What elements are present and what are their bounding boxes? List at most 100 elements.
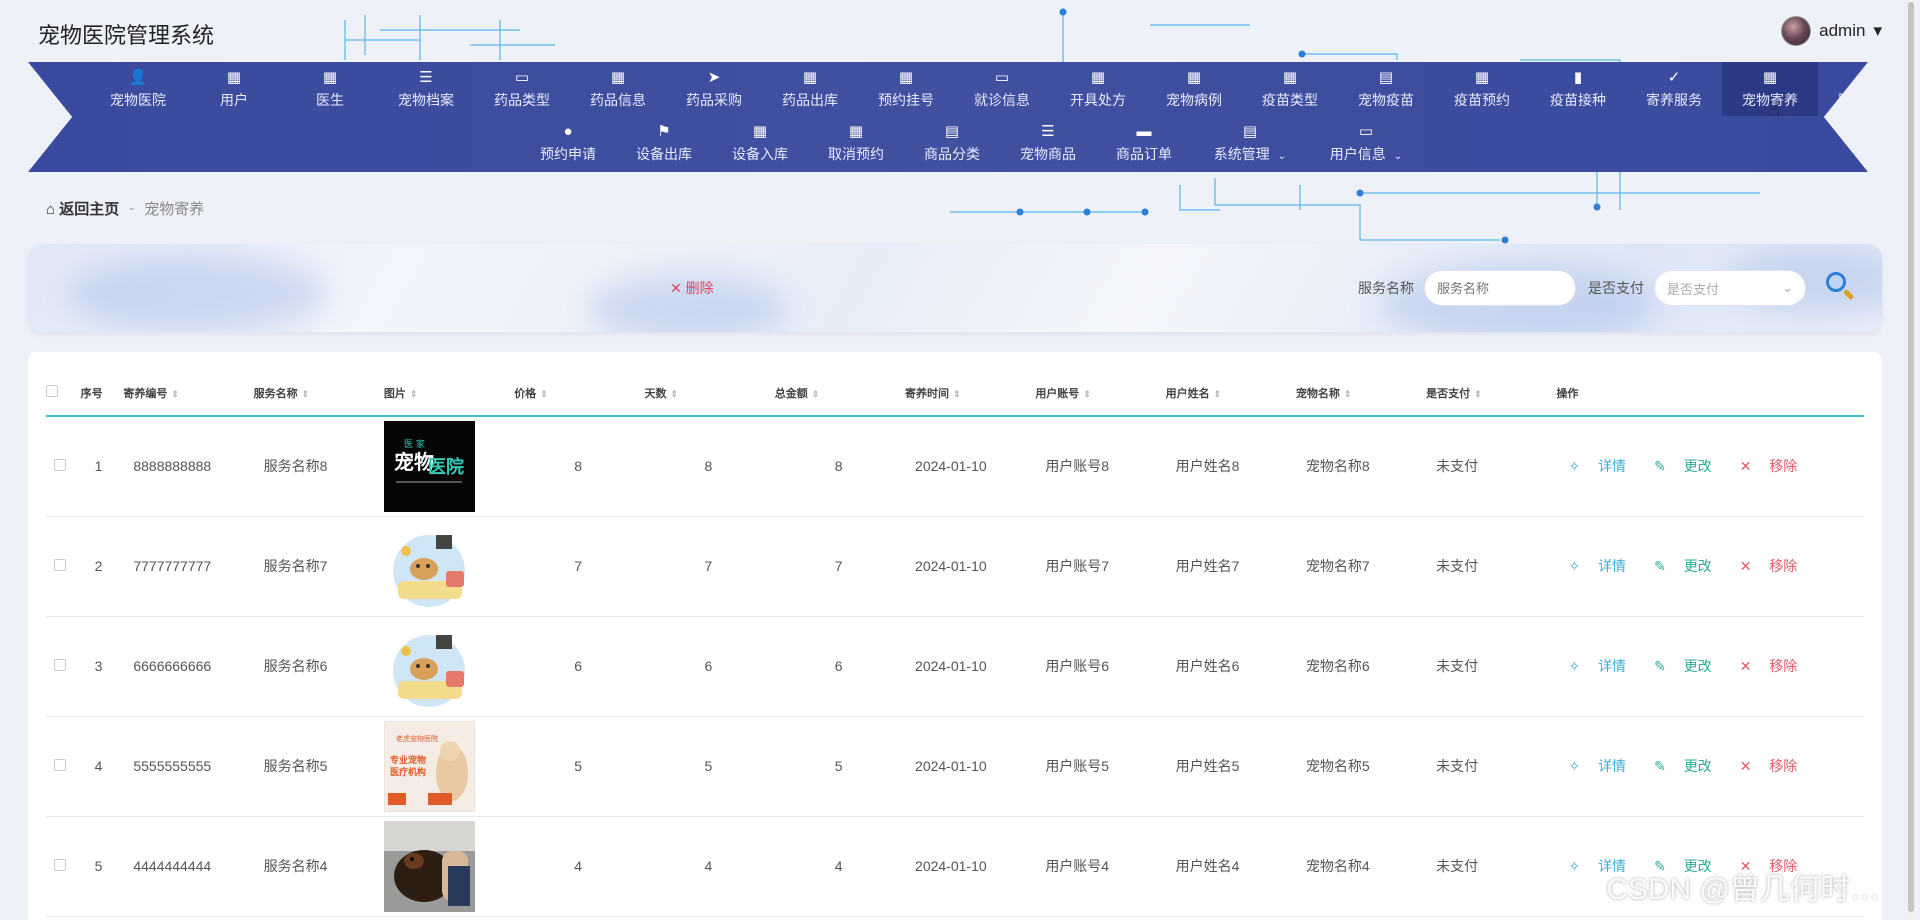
select-all-checkbox[interactable] <box>46 385 58 397</box>
row-checkbox[interactable] <box>54 459 66 472</box>
nav-item-2[interactable]: ▦ 用户 <box>186 62 282 116</box>
nav-item-12[interactable]: ▦ 宠物病例 <box>1146 62 1242 116</box>
detail-button[interactable]: ✧ 详情 <box>1568 458 1640 474</box>
sort-icon[interactable]: ⇕ <box>1214 389 1222 399</box>
column-header[interactable]: 价格 ⇕ <box>514 370 645 417</box>
sort-icon[interactable]: ⇕ <box>1344 389 1352 399</box>
column-header[interactable]: 总金额 ⇕ <box>774 370 906 417</box>
delete-label: 删除 <box>685 280 714 296</box>
breadcrumb-home[interactable]: ⌂ 返回主页 <box>46 198 119 219</box>
nav-item-7[interactable]: ➤ 药品采购 <box>666 62 762 116</box>
cell-time-value: 2024-01-10 <box>915 858 987 874</box>
nav-item-6[interactable]: ▦ 药品信息 <box>570 62 666 116</box>
edit-label: 更改 <box>1683 558 1712 574</box>
nav-item-8[interactable]: ▤ 系统管理 ⌄ <box>1192 116 1308 170</box>
edit-button[interactable]: ✎ 更改 <box>1654 758 1726 774</box>
scrollbar-thumb[interactable] <box>1908 2 1914 912</box>
nav-item-2[interactable]: ⚑ 设备出库 <box>616 116 712 170</box>
sort-icon[interactable]: ⇕ <box>410 389 418 399</box>
pet-image[interactable]: 宠物医院医 家 <box>383 420 475 512</box>
nav-item-5[interactable]: ▤ 商品分类 <box>904 116 1000 170</box>
nav-item-7[interactable]: ▬ 商品订单 <box>1096 116 1192 170</box>
nav-item-3[interactable]: ▦ 设备入库 <box>712 116 808 170</box>
nav-item-13[interactable]: ▦ 疫苗类型 <box>1242 62 1338 116</box>
pet-image[interactable] <box>383 820 475 912</box>
remove-button[interactable]: ✕ 移除 <box>1740 758 1812 774</box>
sort-icon[interactable]: ⇕ <box>540 389 548 399</box>
nav-item-3[interactable]: ▦ 医生 <box>282 62 378 116</box>
pet-image[interactable] <box>383 620 475 712</box>
cell-account: 用户账号8 <box>1035 416 1166 517</box>
column-header[interactable]: 是否支付 ⇕ <box>1426 370 1557 417</box>
row-checkbox[interactable] <box>54 859 66 871</box>
search-icon[interactable] <box>1822 270 1858 306</box>
remove-button[interactable]: ✕ 移除 <box>1740 558 1812 574</box>
cell-paid-value: 未支付 <box>1436 658 1479 674</box>
sort-icon[interactable]: ⇕ <box>1083 389 1091 399</box>
remove-button[interactable]: ✕ 移除 <box>1740 658 1812 674</box>
nav-item-11[interactable]: ▦ 开具处方 <box>1050 62 1146 116</box>
cell-code: 5555555555 <box>123 716 254 817</box>
pet-image[interactable]: 老虎宠物医院专业宠物医疗机构 <box>383 720 475 812</box>
cell-total: 7 <box>774 516 906 617</box>
cell-time: 2024-01-10 <box>905 616 1036 717</box>
sort-icon[interactable]: ⇕ <box>302 389 310 399</box>
page-scrollbar[interactable] <box>1906 0 1916 920</box>
service-name-input[interactable] <box>1424 270 1576 306</box>
column-header[interactable]: 寄养时间 ⇕ <box>905 370 1036 417</box>
user-menu[interactable]: admin ▾ <box>1781 16 1882 46</box>
nav-item-10[interactable]: ▭ 就诊信息 <box>954 62 1050 116</box>
detail-button[interactable]: ✧ 详情 <box>1568 758 1640 774</box>
nav-item-16[interactable]: ▮ 疫苗接种 <box>1530 62 1626 116</box>
column-header[interactable]: 用户账号 ⇕ <box>1035 370 1166 417</box>
table-row[interactable]: 1 8888888888 服务名称8 宠物 医院医 家 8 8 8 2024-01-10 用户账号… <box>46 416 1864 517</box>
sort-icon[interactable]: ⇕ <box>812 389 820 399</box>
cell-time-value: 2024-01-10 <box>915 458 987 475</box>
nav-item-4[interactable]: ▦ 取消预约 <box>808 116 904 170</box>
cell-price: 5 <box>514 716 645 817</box>
remove-label: 移除 <box>1769 558 1798 574</box>
nav-item-1[interactable]: 👤 宠物医院 <box>90 62 186 116</box>
row-checkbox[interactable] <box>54 659 66 671</box>
detail-button[interactable]: ✧ 详情 <box>1568 658 1640 674</box>
column-header[interactable]: 图片 ⇕ <box>383 370 515 417</box>
nav-item-8[interactable]: ▦ 药品出库 <box>762 62 858 116</box>
table-row[interactable]: 2 7777777777 服务名称7 7 7 7 2024-01-10 用户账号7 用户姓名7 宠… <box>46 516 1864 617</box>
nav-label-text: 取消预约 <box>828 145 884 162</box>
column-header[interactable]: 天数 ⇕ <box>644 370 775 417</box>
edit-button[interactable]: ✎ 更改 <box>1654 558 1726 574</box>
paid-status-select[interactable]: 是否支付 ⌄ <box>1654 270 1806 306</box>
column-header[interactable]: 用户姓名 ⇕ <box>1165 370 1296 417</box>
sort-icon[interactable]: ⇕ <box>171 389 179 399</box>
edit-button[interactable]: ✎ 更改 <box>1654 658 1726 674</box>
sort-icon[interactable]: ⇕ <box>953 389 961 399</box>
nav-item-19[interactable]: ↗ 医疗设备 <box>1818 62 1868 116</box>
detail-button[interactable]: ✧ 详情 <box>1568 558 1640 574</box>
nav-item-14[interactable]: ▤ 宠物疫苗 <box>1338 62 1434 116</box>
sort-icon[interactable]: ⇕ <box>1474 389 1482 399</box>
table-row[interactable]: 4 5555555555 服务名称5 老虎宠物医院 专业宠物 医疗机构 5 5 5 2024-01… <box>46 716 1864 817</box>
remove-button[interactable]: ✕ 移除 <box>1740 458 1812 474</box>
nav-item-9[interactable]: ▭ 用户信息 ⌄ <box>1308 116 1424 170</box>
table-row[interactable]: 3 6666666666 服务名称6 6 6 6 2024-01-10 用户账号6 用户姓名6 宠… <box>46 616 1864 717</box>
nav-item-15[interactable]: ▦ 疫苗预约 <box>1434 62 1530 116</box>
nav-item-1[interactable]: ● 预约申请 <box>520 116 616 170</box>
pet-image[interactable] <box>383 520 475 612</box>
row-checkbox[interactable] <box>54 559 66 571</box>
column-header[interactable]: 服务名称 ⇕ <box>253 370 384 417</box>
table-row[interactable]: 5 4444444444 服务名称4 4 4 4 2024-01-10 用户账号4 用户姓名4 宠… <box>46 816 1864 917</box>
cell-pet-value: 宠物名称6 <box>1305 658 1370 674</box>
nav-item-6[interactable]: ☰ 宠物商品 <box>1000 116 1096 170</box>
column-header[interactable]: 宠物名称 ⇕ <box>1295 370 1427 417</box>
nav-item-9[interactable]: ▦ 预约挂号 <box>858 62 954 116</box>
edit-button[interactable]: ✎ 更改 <box>1654 458 1726 474</box>
sort-icon[interactable]: ⇕ <box>670 389 678 399</box>
column-header[interactable]: 寄养编号 ⇕ <box>123 370 254 417</box>
nav-label-text: 宠物疫苗 <box>1358 91 1414 108</box>
row-checkbox[interactable] <box>54 759 66 771</box>
row-select-cell <box>46 816 81 917</box>
delete-button[interactable]: ✕ 删除 <box>670 278 714 298</box>
nav-item-4[interactable]: ☰ 宠物档案 <box>378 62 474 116</box>
nav-item-5[interactable]: ▭ 药品类型 <box>474 62 570 116</box>
nav-item-17[interactable]: ✓ 寄养服务 <box>1626 62 1722 116</box>
